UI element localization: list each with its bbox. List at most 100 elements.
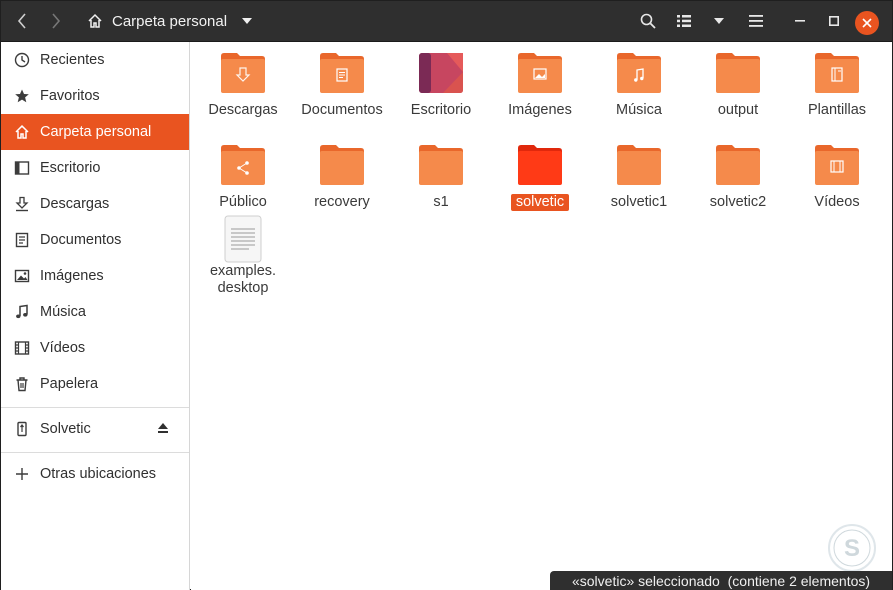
sidebar-item-label: Carpeta personal (40, 124, 152, 140)
sidebar-item-label: Escritorio (40, 160, 101, 176)
sidebar-item-documentos[interactable]: Documentos (1, 222, 189, 258)
folder-icon (318, 52, 366, 96)
folder-recovery[interactable]: recovery (292, 144, 392, 211)
folder-solvetic1[interactable]: solvetic1 (589, 144, 689, 211)
search-icon (640, 13, 656, 29)
sidebar-item-label: Recientes (40, 52, 105, 68)
sidebar-separator (1, 407, 189, 408)
sidebar-item-papelera[interactable]: Papelera (1, 366, 189, 402)
download-icon (13, 195, 31, 213)
folder-icon (219, 52, 267, 96)
file-label: Público (219, 194, 267, 210)
sidebar-item-label: Favoritos (40, 88, 100, 104)
folder-descargas[interactable]: Descargas (193, 52, 293, 119)
maximize-button[interactable] (819, 7, 849, 35)
clock-icon (13, 51, 31, 69)
film-icon (13, 339, 31, 357)
sidebar-item-label: Papelera (40, 376, 99, 392)
file-label: Música (616, 102, 662, 118)
sidebar-item-label: Vídeos (40, 340, 86, 356)
music-icon (13, 303, 31, 321)
sidebar-item-label: Otras ubicaciones (40, 466, 157, 482)
sidebar-item-label: Documentos (40, 232, 122, 248)
sidebar-item-musica[interactable]: Música (1, 294, 189, 330)
sidebar-item-escritorio[interactable]: Escritorio (1, 150, 189, 186)
chevron-right-icon (52, 13, 61, 29)
folder-solvetic2[interactable]: solvetic2 (688, 144, 788, 211)
path-label: Carpeta personal (112, 12, 228, 30)
sidebar-item-label: Música (40, 304, 86, 320)
sidebar-item-favoritos[interactable]: Favoritos (1, 78, 189, 114)
path-bar[interactable]: Carpeta personal (81, 7, 258, 35)
folder-escritorio[interactable]: Escritorio (391, 52, 491, 119)
status-text: «solvetic» seleccionado (contiene 2 elem… (571, 573, 871, 589)
folder-icon (516, 52, 564, 96)
folder-videos[interactable]: Vídeos (787, 144, 887, 211)
sidebar: Recientes Favoritos Carpeta personal Esc… (1, 42, 190, 590)
file-label: Imágenes (508, 102, 572, 118)
file-label: solvetic (510, 194, 570, 211)
folder-publico[interactable]: Público (193, 144, 293, 211)
file-label: Vídeos (814, 194, 860, 210)
folder-musica[interactable]: Música (589, 52, 689, 119)
file-label: solvetic2 (709, 194, 767, 210)
sidebar-item-label: Solvetic (40, 421, 91, 437)
desktop-folder-icon (417, 52, 465, 96)
file-grid: Descargas Documentos Escritorio Imágenes (191, 42, 892, 590)
file-label: Descargas (208, 102, 278, 118)
sidebar-item-descargas[interactable]: Descargas (1, 186, 189, 222)
list-view-icon (677, 15, 691, 27)
file-label: solvetic1 (610, 194, 668, 210)
close-button[interactable] (855, 11, 879, 35)
file-label: s1 (433, 194, 449, 210)
sidebar-item-recientes[interactable]: Recientes (1, 42, 189, 78)
main-menu-button[interactable] (741, 7, 771, 35)
sidebar-item-otras-ubicaciones[interactable]: Otras ubicaciones (1, 456, 189, 492)
status-overlay: «solvetic» seleccionado (contiene 2 elem… (550, 571, 892, 590)
eject-icon[interactable] (157, 422, 169, 438)
caret-down-icon (242, 18, 253, 24)
star-icon (13, 87, 31, 105)
home-icon (13, 123, 31, 141)
home-icon (88, 13, 102, 28)
folder-icon (714, 144, 762, 188)
folder-icon (714, 52, 762, 96)
desktop-icon (13, 159, 31, 177)
file-label: Escritorio (410, 102, 472, 118)
sidebar-item-carpeta-personal[interactable]: Carpeta personal (1, 114, 189, 150)
file-label: examples. desktop (209, 263, 277, 296)
sidebar-item-videos[interactable]: Vídeos (1, 330, 189, 366)
file-manager-window: Carpeta personal Recientes Favoritos Car… (0, 0, 893, 590)
folder-output[interactable]: output (688, 52, 788, 119)
usb-icon (13, 420, 31, 438)
minimize-icon (795, 20, 805, 22)
sidebar-separator (1, 452, 189, 453)
image-icon (13, 267, 31, 285)
view-options-button[interactable] (705, 7, 733, 35)
back-button[interactable] (7, 7, 37, 35)
view-list-button[interactable] (669, 7, 699, 35)
folder-plantillas[interactable]: Plantillas (787, 52, 887, 119)
folder-imagenes[interactable]: Imágenes (490, 52, 590, 119)
folder-s1[interactable]: s1 (391, 144, 491, 211)
sidebar-item-label: Imágenes (40, 268, 104, 284)
caret-down-icon (714, 18, 724, 24)
forward-button[interactable] (41, 7, 71, 35)
svg-text:S: S (844, 535, 860, 562)
text-file-icon (219, 215, 267, 263)
file-label: Plantillas (807, 102, 867, 118)
folder-solvetic[interactable]: solvetic (490, 144, 590, 211)
file-examples-desktop[interactable]: examples. desktop (193, 215, 293, 297)
sidebar-item-imagenes[interactable]: Imágenes (1, 258, 189, 294)
minimize-button[interactable] (785, 7, 815, 35)
file-label: recovery (314, 194, 370, 210)
folder-documentos[interactable]: Documentos (292, 52, 392, 119)
document-icon (13, 231, 31, 249)
search-button[interactable] (633, 7, 663, 35)
maximize-icon (829, 16, 839, 26)
sidebar-item-solvetic-device[interactable]: Solvetic (1, 411, 189, 447)
folder-icon (615, 52, 663, 96)
folder-icon (813, 52, 861, 96)
folder-icon (219, 144, 267, 188)
header-bar: Carpeta personal (1, 1, 892, 42)
